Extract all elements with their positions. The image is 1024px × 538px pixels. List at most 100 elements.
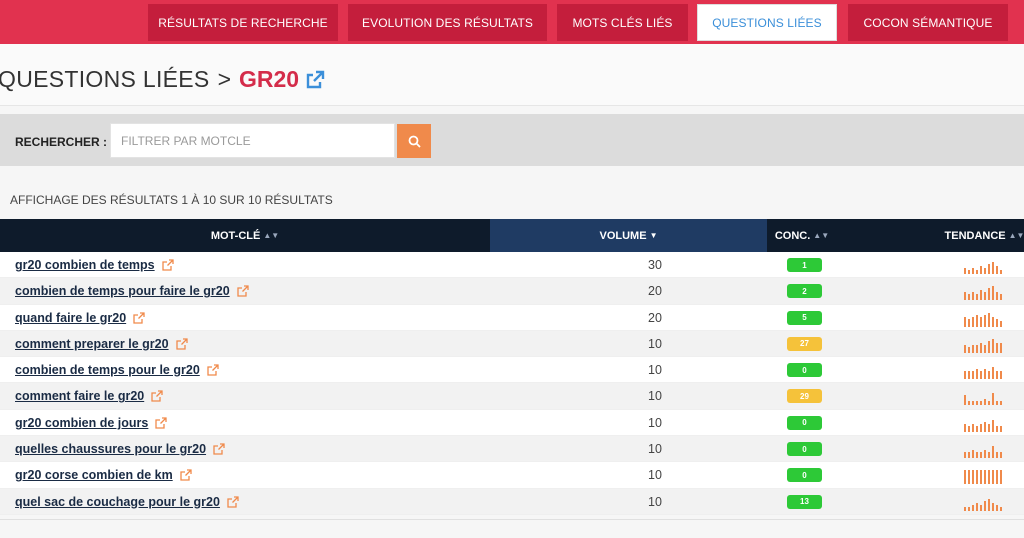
trend-bar — [980, 452, 982, 459]
trend-bar — [988, 340, 990, 353]
external-link-icon[interactable] — [227, 496, 239, 508]
table-row: combien de temps pour faire le gr20 20 2 — [0, 278, 1024, 305]
competition-badge: 27 — [787, 336, 822, 351]
tab-cocon-semantique[interactable]: Cocon sémantique — [848, 4, 1008, 41]
trend-bar — [980, 401, 982, 406]
trend-bar — [964, 371, 966, 380]
search-input[interactable] — [110, 123, 395, 158]
volume-cell: 20 — [648, 310, 662, 325]
keyword-link[interactable]: comment preparer le gr20 — [15, 337, 169, 351]
trend-sparkline — [964, 286, 1002, 301]
trend-bar — [984, 369, 986, 380]
keyword-link[interactable]: combien de temps pour le gr20 — [15, 363, 200, 377]
trend-bar — [968, 346, 970, 353]
trend-bar — [996, 504, 998, 511]
search-icon — [408, 135, 421, 148]
competition-badge: 5 — [787, 310, 822, 325]
trend-bar — [1000, 371, 1002, 380]
breadcrumb-separator: > — [217, 66, 231, 92]
title-keyword: GR20 — [239, 66, 300, 92]
external-link-icon[interactable] — [180, 469, 192, 482]
external-link-icon[interactable] — [175, 338, 188, 350]
trend-bar — [964, 292, 966, 301]
trend-bar — [996, 266, 998, 274]
volume-cell: 10 — [648, 442, 662, 457]
trend-bar — [996, 452, 998, 459]
tab-mots-cles-lies[interactable]: Mots clés liés — [557, 4, 688, 41]
keyword-link[interactable]: comment faire le gr20 — [15, 389, 144, 403]
trend-bar — [988, 401, 990, 406]
tab-resultats-de-recherche[interactable]: Résultats de recherche — [148, 4, 338, 41]
table-row: comment preparer le gr20 10 27 — [0, 330, 1024, 358]
external-link-icon[interactable] — [133, 311, 145, 324]
trend-bar — [964, 470, 966, 485]
trend-bar — [988, 264, 990, 274]
tab-evolution-des-resultats[interactable]: Evolution des résultats — [348, 4, 547, 41]
external-link-icon[interactable] — [237, 285, 249, 297]
trend-bar — [996, 318, 998, 327]
table-row: gr20 combien de temps 30 1 — [0, 252, 1024, 279]
trend-bar — [964, 452, 966, 459]
trend-bar — [972, 268, 974, 274]
trend-bar — [972, 470, 974, 485]
keyword-cell: gr20 corse combien de km — [15, 462, 192, 488]
trend-sparkline — [964, 446, 1002, 459]
trend-bar — [980, 504, 982, 511]
trend-bar — [968, 425, 970, 432]
results-table: Mot-clé ▲▼ Volume ▼ Conc. ▲▼ Tendance ▲▼ gr2… — [0, 219, 1024, 515]
trend-bar — [976, 294, 978, 301]
tab-questions-liees[interactable]: Questions liées — [697, 4, 837, 41]
competition-badge: 0 — [787, 363, 822, 378]
trend-bar — [972, 504, 974, 511]
trend-bar — [976, 502, 978, 511]
keyword-cell: combien de temps pour le gr20 — [15, 357, 219, 383]
keyword-link[interactable]: quand faire le gr20 — [15, 311, 126, 325]
search-button[interactable] — [397, 124, 431, 158]
volume-cell: 10 — [648, 363, 662, 378]
top-nav-bar: Résultats de recherche Evolution des rés… — [0, 0, 1024, 44]
trend-bar — [1000, 506, 1002, 511]
keyword-link[interactable]: gr20 combien de temps — [15, 258, 155, 272]
table-row: combien de temps pour le gr20 10 0 — [0, 357, 1024, 384]
trend-bar — [984, 314, 986, 327]
keyword-link[interactable]: quel sac de couchage pour le gr20 — [15, 495, 220, 509]
sort-desc-icon: ▼ — [649, 231, 658, 240]
trend-bar — [984, 292, 986, 301]
trend-bar — [964, 316, 966, 327]
competition-badge: 29 — [787, 389, 822, 404]
external-link-icon[interactable] — [155, 417, 168, 429]
external-link-icon[interactable] — [151, 390, 163, 403]
trend-bar — [988, 470, 990, 485]
external-link-icon[interactable] — [207, 364, 219, 376]
column-header-volume[interactable]: Volume ▼ — [490, 219, 767, 252]
external-link-icon[interactable] — [161, 259, 174, 271]
trend-bar — [980, 371, 982, 380]
trend-bar — [968, 294, 970, 301]
column-header-trend[interactable]: Tendance ▲▼ — [945, 219, 1024, 252]
trend-bar — [996, 401, 998, 406]
keyword-link[interactable]: gr20 corse combien de km — [15, 468, 173, 482]
competition-badge: 13 — [787, 494, 822, 509]
trend-bar — [996, 425, 998, 432]
column-header-trend-label: Tendance — [944, 229, 1006, 242]
trend-bar — [972, 401, 974, 406]
keyword-link[interactable]: quelles chaussures pour le gr20 — [15, 442, 206, 456]
trend-bar — [984, 450, 986, 459]
trend-bar — [984, 344, 986, 353]
trend-bar — [984, 470, 986, 485]
keyword-cell: quel sac de couchage pour le gr20 — [15, 489, 239, 515]
external-link-icon[interactable] — [213, 443, 225, 455]
keyword-link[interactable]: combien de temps pour faire le gr20 — [15, 284, 230, 298]
column-header-keyword[interactable]: Mot-clé ▲▼ — [0, 219, 490, 252]
trend-bar — [972, 371, 974, 380]
trend-bar — [976, 452, 978, 459]
trend-bar — [988, 312, 990, 327]
trend-bar — [972, 344, 974, 353]
column-header-conc[interactable]: Conc. ▲▼ — [767, 219, 837, 252]
external-link-icon[interactable] — [305, 70, 325, 90]
trend-bar — [1000, 294, 1002, 301]
keyword-link[interactable]: gr20 combien de jours — [15, 416, 148, 430]
trend-bar — [964, 423, 966, 432]
column-header-conc-label: Conc. — [774, 229, 811, 242]
page-title: Questions liées > GR20 — [0, 66, 325, 93]
